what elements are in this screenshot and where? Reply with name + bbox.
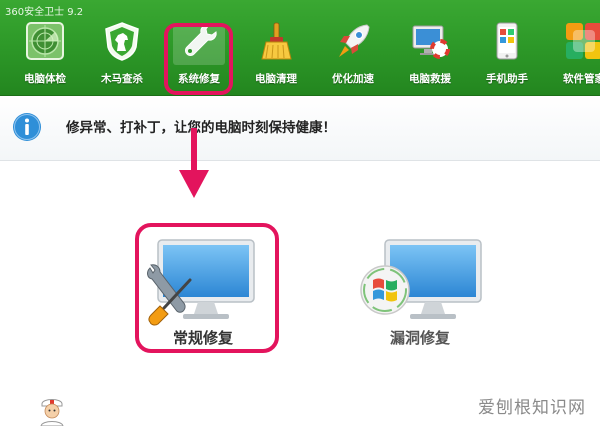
- app-title: 360安全卫士 9.2: [5, 7, 84, 18]
- info-banner: 修异常、打补丁，让您的电脑时刻保持健康！: [0, 96, 600, 161]
- main-toolbar: 360安全卫士 9.2 电脑体检 木马查杀 系统修复 电脑清理 优化加速 电脑救…: [0, 0, 600, 96]
- toolbar-item-label: 手机助手: [486, 73, 528, 85]
- toolbar-item-speedup[interactable]: 优化加速: [322, 21, 384, 93]
- toolbar-item-phone-assistant[interactable]: 手机助手: [476, 21, 538, 93]
- apps-grid-icon: [566, 23, 600, 59]
- toolbar-item-label: 软件管家: [563, 73, 600, 85]
- toolbar-item-label: 优化加速: [332, 73, 374, 85]
- monitor-windows-icon: [360, 239, 482, 319]
- highlight-box: [164, 23, 233, 95]
- toolbar-item-trojan-scan[interactable]: 木马查杀: [91, 21, 153, 93]
- broom-icon: [261, 22, 292, 60]
- horse-shield-icon: [105, 22, 139, 61]
- toolbar-item-software-manager[interactable]: 软件管家: [553, 21, 600, 93]
- vulnerability-repair-label: 漏洞修复: [389, 329, 450, 347]
- highlight-box: [135, 223, 279, 353]
- toolbar-item-rescue[interactable]: 电脑救援: [399, 21, 461, 93]
- doctor-avatar-icon: [40, 399, 64, 426]
- radar-icon: [26, 22, 64, 60]
- toolbar-item-label: 电脑救援: [409, 73, 451, 85]
- phone-icon: [496, 22, 518, 60]
- toolbar-item-cleanup[interactable]: 电脑清理: [245, 21, 307, 93]
- info-icon: [13, 113, 41, 141]
- toolbar-item-label: 电脑清理: [255, 73, 297, 85]
- toolbar-item-label: 电脑体检: [24, 73, 66, 85]
- rocket-icon: [339, 24, 370, 57]
- toolbar-item-label: 木马查杀: [101, 73, 143, 85]
- watermark-text: 爱刨根知识网: [478, 398, 586, 418]
- red-arrow-annotation: [179, 128, 209, 198]
- monitor-lifebuoy-icon: [412, 25, 450, 59]
- vulnerability-repair-option[interactable]: 漏洞修复: [345, 232, 495, 352]
- toolbar-item-checkup[interactable]: 电脑体检: [14, 21, 76, 93]
